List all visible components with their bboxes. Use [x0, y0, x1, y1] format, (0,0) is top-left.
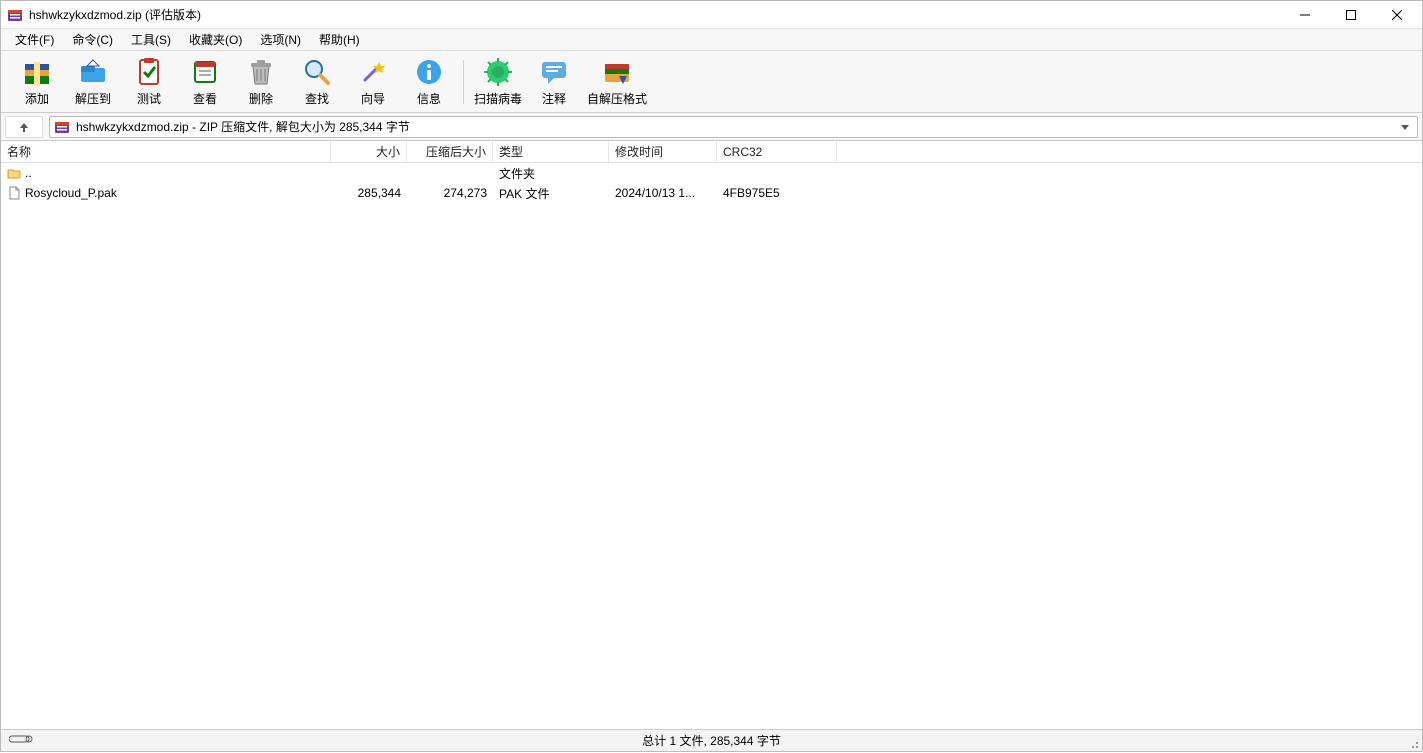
toolbar-label: 解压到 [75, 90, 111, 107]
disk-icon [9, 733, 33, 748]
status-left [1, 730, 41, 751]
toolbar-label: 查看 [193, 90, 217, 107]
book-icon [189, 56, 221, 88]
app-icon [7, 7, 23, 23]
sfx-button[interactable]: 自解压格式 [582, 54, 652, 110]
resize-grip[interactable] [1408, 738, 1420, 750]
folder-up-icon [7, 166, 21, 180]
comment-icon [538, 56, 570, 88]
find-button[interactable]: 查找 [289, 54, 345, 110]
virus-icon [482, 56, 514, 88]
menu-tools[interactable]: 工具(S) [123, 29, 179, 50]
column-name[interactable]: 名称 [1, 141, 331, 162]
trash-icon [245, 56, 277, 88]
column-type[interactable]: 类型 [493, 141, 609, 162]
info-icon [413, 56, 445, 88]
maximize-button[interactable] [1328, 1, 1374, 29]
address-dropdown[interactable] [1397, 117, 1413, 137]
status-summary: 总计 1 文件, 285,344 字节 [634, 730, 789, 751]
column-header-row: 名称 大小 压缩后大小 类型 修改时间 CRC32 [1, 141, 1422, 163]
file-date: 2024/10/13 1... [609, 186, 717, 200]
file-size: 285,344 [331, 186, 407, 200]
status-bar: 总计 1 文件, 285,344 字节 [1, 729, 1422, 751]
menu-bar: 文件(F) 命令(C) 工具(S) 收藏夹(O) 选项(N) 帮助(H) [1, 29, 1422, 51]
delete-button[interactable]: 删除 [233, 54, 289, 110]
toolbar-label: 注释 [542, 90, 566, 107]
file-type: 文件夹 [493, 165, 609, 182]
extract-icon [77, 56, 109, 88]
menu-favorites[interactable]: 收藏夹(O) [181, 29, 250, 50]
toolbar: 添加 解压到 测试 查看 删除 查找 向导 [1, 51, 1422, 113]
close-button[interactable] [1374, 1, 1420, 29]
menu-options[interactable]: 选项(N) [252, 29, 309, 50]
sfx-icon [601, 56, 633, 88]
up-button[interactable] [5, 116, 43, 138]
column-crc[interactable]: CRC32 [717, 141, 837, 162]
toolbar-label: 信息 [417, 90, 441, 107]
file-type: PAK 文件 [493, 185, 609, 202]
wizard-button[interactable]: 向导 [345, 54, 401, 110]
list-item[interactable]: Rosycloud_P.pak 285,344 274,273 PAK 文件 2… [1, 183, 1422, 203]
toolbar-label: 扫描病毒 [474, 90, 522, 107]
search-icon [301, 56, 333, 88]
column-size[interactable]: 大小 [331, 141, 407, 162]
toolbar-separator [463, 60, 464, 104]
toolbar-label: 测试 [137, 90, 161, 107]
toolbar-label: 查找 [305, 90, 329, 107]
list-item-parent[interactable]: .. 文件夹 [1, 163, 1422, 183]
menu-commands[interactable]: 命令(C) [64, 29, 121, 50]
extract-button[interactable]: 解压到 [65, 54, 121, 110]
clipboard-check-icon [133, 56, 165, 88]
info-button[interactable]: 信息 [401, 54, 457, 110]
toolbar-label: 自解压格式 [587, 90, 647, 107]
title-bar: hshwkzykxdzmod.zip (评估版本) [1, 1, 1422, 29]
window-title: hshwkzykxdzmod.zip (评估版本) [29, 6, 201, 23]
virus-scan-button[interactable]: 扫描病毒 [470, 54, 526, 110]
archive-icon [54, 119, 70, 135]
archive-add-icon [21, 56, 53, 88]
file-name: .. [25, 166, 32, 180]
wand-icon [357, 56, 389, 88]
toolbar-label: 删除 [249, 90, 273, 107]
test-button[interactable]: 测试 [121, 54, 177, 110]
menu-help[interactable]: 帮助(H) [311, 29, 368, 50]
file-list[interactable]: .. 文件夹 Rosycloud_P.pak 285,344 274,273 P… [1, 163, 1422, 729]
file-name: Rosycloud_P.pak [25, 186, 117, 200]
add-button[interactable]: 添加 [9, 54, 65, 110]
file-icon [7, 186, 21, 200]
address-text: hshwkzykxdzmod.zip - ZIP 压缩文件, 解包大小为 285… [76, 118, 1391, 135]
comment-button[interactable]: 注释 [526, 54, 582, 110]
menu-file[interactable]: 文件(F) [7, 29, 62, 50]
toolbar-label: 添加 [25, 90, 49, 107]
toolbar-label: 向导 [361, 90, 385, 107]
file-crc: 4FB975E5 [717, 186, 837, 200]
column-packed[interactable]: 压缩后大小 [407, 141, 493, 162]
column-date[interactable]: 修改时间 [609, 141, 717, 162]
address-bar: hshwkzykxdzmod.zip - ZIP 压缩文件, 解包大小为 285… [1, 113, 1422, 141]
file-packed: 274,273 [407, 186, 493, 200]
minimize-button[interactable] [1282, 1, 1328, 29]
view-button[interactable]: 查看 [177, 54, 233, 110]
address-field[interactable]: hshwkzykxdzmod.zip - ZIP 压缩文件, 解包大小为 285… [49, 116, 1418, 138]
